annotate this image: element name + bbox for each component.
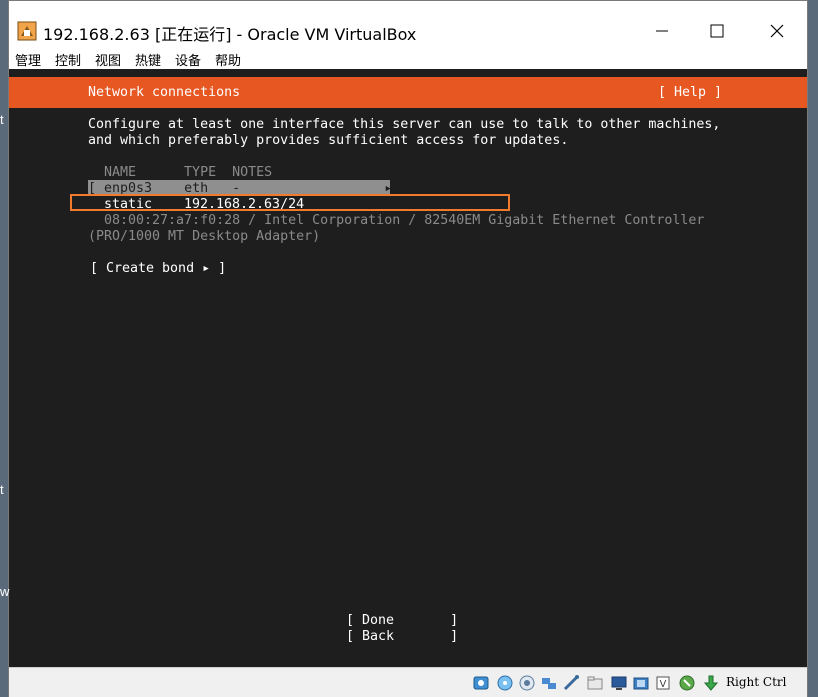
keyboard-capture-icon[interactable]	[702, 674, 720, 692]
hard-disk-icon[interactable]	[472, 674, 490, 692]
edge-char-1: t	[0, 112, 4, 127]
help-button[interactable]: [ Help ]	[658, 85, 722, 101]
hardware-info-line-1: 08:00:27:a7:f0:28 / Intel Corporation / …	[104, 213, 705, 228]
menu-control[interactable]: 控制	[55, 50, 81, 69]
intro-line-1: Configure at least one interface this se…	[88, 117, 721, 132]
menu-help[interactable]: 帮助	[215, 50, 241, 69]
highlight-annotation-box	[70, 194, 510, 211]
virtualization-icon[interactable]: V	[654, 674, 672, 692]
virtualbox-app-icon	[17, 21, 37, 41]
create-bond-button[interactable]: [ Create bond ▸ ]	[90, 261, 226, 277]
menu-devices[interactable]: 设备	[175, 50, 201, 69]
edge-char-3: w	[0, 584, 10, 599]
display-icon[interactable]	[610, 674, 628, 692]
table-header: NAME TYPE NOTES	[104, 165, 273, 180]
menu-hotkeys[interactable]: 热键	[135, 50, 161, 69]
done-button[interactable]: [ Done ]	[346, 613, 458, 629]
mouse-integration-icon[interactable]	[678, 674, 696, 692]
hardware-info-line-2: (PRO/1000 MT Desktop Adapter)	[88, 229, 321, 244]
menu-view[interactable]: 视图	[95, 50, 121, 69]
optical-drive-icon[interactable]	[496, 674, 514, 692]
host-key-label: Right Ctrl	[726, 675, 787, 689]
usb-icon[interactable]	[562, 674, 580, 692]
virtualbox-window: 192.168.2.63 [正在运行] - Oracle VM VirtualB…	[8, 0, 808, 697]
intro-line-2: and which preferably provides sufficient…	[88, 133, 569, 148]
network-icon[interactable]	[540, 674, 558, 692]
window-title: 192.168.2.63 [正在运行] - Oracle VM VirtualB…	[43, 25, 417, 44]
video-capture-icon[interactable]	[632, 674, 650, 692]
screen-title: Network connections	[88, 85, 241, 100]
menu-bar: 管理 控制 视图 热键 设备 帮助	[9, 47, 807, 69]
svg-text:V: V	[660, 679, 667, 690]
vm-console-screen[interactable]: Network connections [ Help ] Configure a…	[9, 69, 807, 667]
title-bar[interactable]: 192.168.2.63 [正在运行] - Oracle VM VirtualB…	[9, 1, 807, 47]
status-bar: V Right Ctrl	[9, 667, 807, 697]
back-button[interactable]: [ Back ]	[346, 629, 458, 645]
minimize-icon[interactable]	[639, 11, 685, 51]
close-icon[interactable]	[754, 11, 800, 51]
menu-manage[interactable]: 管理	[15, 50, 41, 69]
shared-folders-icon[interactable]	[586, 674, 604, 692]
audio-icon[interactable]	[518, 674, 536, 692]
maximize-icon[interactable]	[694, 11, 740, 51]
edge-char-2: t	[0, 482, 4, 497]
